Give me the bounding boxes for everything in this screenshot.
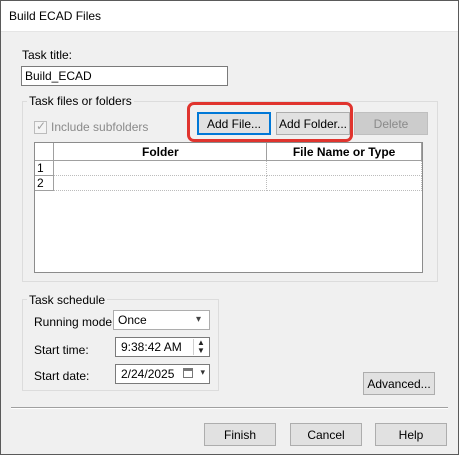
finish-button[interactable]: Finish: [204, 423, 276, 446]
start-time-spinner[interactable]: ▲ ▼: [193, 339, 208, 355]
start-date-input[interactable]: 2/24/2025 ▾: [115, 364, 210, 384]
file-name-cell[interactable]: [266, 160, 422, 176]
help-button[interactable]: Help: [375, 423, 447, 446]
calendar-icon[interactable]: [183, 368, 193, 378]
table-header-row: Folder File Name or Type: [35, 143, 422, 161]
table-row[interactable]: 2: [35, 175, 422, 191]
title-bar: Build ECAD Files: [1, 1, 458, 32]
task-title-input[interactable]: Build_ECAD: [21, 66, 228, 86]
start-time-input[interactable]: 9:38:42 AM ▲ ▼: [115, 337, 210, 357]
start-date-value: 2/24/2025: [121, 367, 175, 381]
include-subfolders-label: Include subfolders: [51, 120, 149, 134]
checkbox-box: ✓: [34, 118, 47, 134]
checkmark-icon: ✓: [36, 118, 47, 133]
column-header-file-name[interactable]: File Name or Type: [266, 143, 422, 161]
window-title: Build ECAD Files: [9, 9, 102, 23]
row-number: 2: [35, 175, 55, 191]
running-mode-label: Running mode:: [34, 315, 116, 329]
running-mode-value: Once: [118, 313, 147, 327]
table-row[interactable]: 1: [35, 160, 422, 176]
task-files-table[interactable]: Folder File Name or Type 1 2: [34, 142, 423, 273]
start-time-label: Start time:: [34, 343, 89, 357]
chevron-down-icon[interactable]: ▾: [200, 367, 205, 378]
highlight-box: [187, 102, 353, 142]
task-title-label: Task title:: [22, 48, 73, 62]
file-name-cell[interactable]: [266, 175, 422, 191]
folder-cell[interactable]: [53, 175, 268, 191]
running-mode-select[interactable]: Once ▾: [113, 310, 210, 330]
delete-button[interactable]: Delete: [354, 112, 428, 135]
column-header-folder[interactable]: Folder: [53, 143, 268, 161]
include-subfolders-checkbox[interactable]: ✓ Include subfolders: [34, 118, 149, 134]
footer-separator: [11, 407, 448, 409]
table-corner: [35, 143, 55, 161]
row-number: 1: [35, 160, 55, 176]
chevron-down-icon: ▾: [195, 314, 201, 325]
start-time-value: 9:38:42 AM: [121, 340, 182, 354]
spin-down-icon[interactable]: ▼: [194, 347, 208, 355]
start-date-label: Start date:: [34, 369, 90, 383]
build-ecad-dialog: Build ECAD Files Task title: Build_ECAD …: [0, 0, 459, 455]
cancel-button[interactable]: Cancel: [290, 423, 362, 446]
advanced-button[interactable]: Advanced...: [363, 372, 435, 395]
folder-cell[interactable]: [53, 160, 268, 176]
task-schedule-group-label: Task schedule: [27, 293, 108, 307]
task-files-group-label: Task files or folders: [27, 94, 134, 108]
